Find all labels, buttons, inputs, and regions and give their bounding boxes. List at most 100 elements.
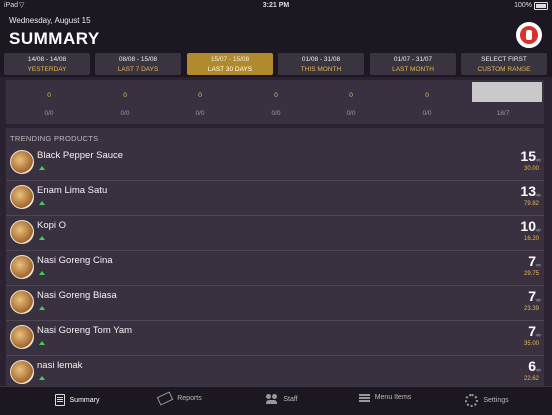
trend-up-icon [39, 166, 45, 170]
product-name: Nasi Goreng Cina [37, 255, 113, 266]
summary-sub-value: 0/0 [44, 110, 54, 117]
range-button-last-30-days[interactable]: 15/07 - 15/08 LAST 30 DAYS [187, 53, 273, 75]
page-title: SUMMARY [9, 29, 100, 48]
battery-percent: 100% [514, 2, 532, 9]
trend-up-icon [39, 236, 45, 240]
summary-value: 0 [274, 92, 278, 99]
tab-label: Summary [69, 396, 100, 404]
trend-up-icon [39, 201, 45, 205]
range-dates: 08/08 - 15/08 [118, 56, 158, 63]
settings-icon [465, 394, 479, 407]
product-qty: 15 [520, 148, 536, 164]
summary-highlight-bar [472, 82, 542, 102]
qty-unit: qty [535, 227, 541, 232]
product-qty: 13 [520, 183, 536, 199]
current-date: Wednesday, August 15 [9, 16, 91, 25]
product-image [10, 290, 34, 314]
trending-title: TRENDING PRODUCTS [10, 134, 99, 143]
range-label: LAST MONTH [392, 66, 434, 73]
qty-unit: qty [535, 332, 541, 337]
summary-value: 0 [47, 92, 51, 99]
summary-icon [54, 394, 65, 406]
reports-icon [156, 391, 174, 406]
product-image [10, 360, 34, 384]
range-button-this-month[interactable]: 01/08 - 31/08 THIS MONTH [278, 53, 364, 75]
range-label: THIS MONTH [300, 66, 342, 73]
product-amount: 30.00 [523, 166, 539, 172]
tab-label: Settings [483, 397, 509, 404]
product-row[interactable]: Black Pepper Sauce 15 qty 30.00 [6, 145, 544, 181]
product-amount: 22.62 [523, 376, 539, 382]
chef-avatar-icon[interactable] [516, 22, 542, 48]
tab-bar: Summary Reports Staff Menu Items Settings [0, 386, 552, 415]
summary-value: 0 [349, 92, 353, 99]
summary-sub-value: 0/0 [271, 110, 281, 117]
trend-up-icon [39, 271, 45, 275]
product-name: Kopi O [37, 220, 67, 231]
date-range-bar: 14/08 - 14/08 YESTERDAY 08/08 - 15/08 LAST … [0, 51, 552, 77]
qty-unit: qty [535, 262, 541, 267]
tab-summary[interactable]: Summary [22, 387, 132, 415]
range-button-custom-range[interactable]: SELECT FIRST CUSTOM RANGE [461, 53, 547, 75]
menu-items-icon [358, 394, 370, 396]
range-button-yesterday[interactable]: 14/08 - 14/08 YESTERDAY [4, 53, 90, 75]
product-name: Enam Lima Satu [37, 185, 108, 196]
product-row[interactable]: nasi lemak 6 qty 22.62 [6, 355, 544, 386]
summary-sub-value: 0/0 [422, 110, 432, 117]
product-image [10, 185, 34, 209]
product-row[interactable]: Kopi O 10 qty 16.20 [6, 215, 544, 251]
product-row[interactable]: Nasi Goreng Biasa 7 qty 23.39 [6, 285, 544, 321]
staff-icon [266, 394, 278, 404]
trending-products-panel: TRENDING PRODUCTS Black Pepper Sauce 15 qt… [6, 128, 544, 386]
product-row[interactable]: Nasi Goreng Cina 7 qty 29.75 [6, 250, 544, 286]
range-label: LAST 7 DAYS [117, 66, 159, 73]
status-bar: iPad ▽ 3:21 PM 100% [0, 0, 552, 11]
product-amount: 35.00 [523, 341, 539, 347]
tab-label: Menu Items [374, 394, 412, 402]
tab-menu-items[interactable]: Menu Items [330, 387, 440, 415]
range-label: LAST 30 DAYS [207, 66, 253, 73]
product-row[interactable]: Nasi Goreng Tom Yam 7 qty 35.00 [6, 320, 544, 356]
header: Wednesday, August 15 SUMMARY [0, 11, 552, 51]
summary-value: 0 [198, 92, 202, 99]
tab-label: Staff [283, 395, 298, 403]
product-image [10, 150, 34, 174]
product-amount: 79.82 [523, 201, 539, 207]
qty-unit: qty [535, 192, 541, 197]
product-image [10, 325, 34, 349]
product-name: Black Pepper Sauce [37, 150, 124, 161]
range-dates: 01/08 - 31/08 [301, 56, 341, 63]
summary-value: 0 [123, 92, 127, 99]
product-amount: 16.20 [523, 236, 539, 242]
range-dates: 15/07 - 15/08 [210, 56, 250, 63]
qty-unit: qty [535, 297, 541, 302]
product-row[interactable]: Enam Lima Satu 13 qty 79.82 [6, 180, 544, 216]
range-dates: 01/07 - 31/07 [393, 56, 433, 63]
tab-staff[interactable]: Staff [227, 387, 337, 415]
qty-unit: qty [535, 157, 541, 162]
product-image [10, 255, 34, 279]
tab-reports[interactable]: Reports [125, 387, 235, 415]
summary-sub-value: 0/0 [120, 110, 130, 117]
range-button-last-month[interactable]: 01/07 - 31/07 LAST MONTH [370, 53, 456, 75]
range-label: YESTERDAY [27, 66, 67, 73]
clock: 3:21 PM [262, 2, 290, 9]
battery-icon [534, 2, 548, 10]
range-button-last-7-days[interactable]: 08/08 - 15/08 LAST 7 DAYS [95, 53, 181, 75]
product-name: nasi lemak [37, 360, 83, 371]
trend-up-icon [39, 376, 45, 380]
range-dates: SELECT FIRST [481, 56, 527, 63]
summary-value: 0 [425, 92, 429, 99]
summary-row: 0 0 0 0 0 0 0/0 0/0 0/0 0/0 0/0 0/0 18/7 [6, 80, 544, 124]
summary-sub-value: 0/0 [195, 110, 205, 117]
product-amount: 29.75 [523, 271, 539, 277]
tab-settings[interactable]: Settings [432, 387, 542, 415]
qty-unit: qty [535, 367, 541, 372]
range-dates: 14/08 - 14/08 [27, 56, 67, 63]
product-image [10, 220, 34, 244]
trend-up-icon [39, 306, 45, 310]
summary-sub-value: 18/7 [496, 110, 510, 117]
product-qty: 10 [520, 218, 536, 234]
tab-label: Reports [177, 395, 202, 402]
trend-up-icon [39, 341, 45, 345]
